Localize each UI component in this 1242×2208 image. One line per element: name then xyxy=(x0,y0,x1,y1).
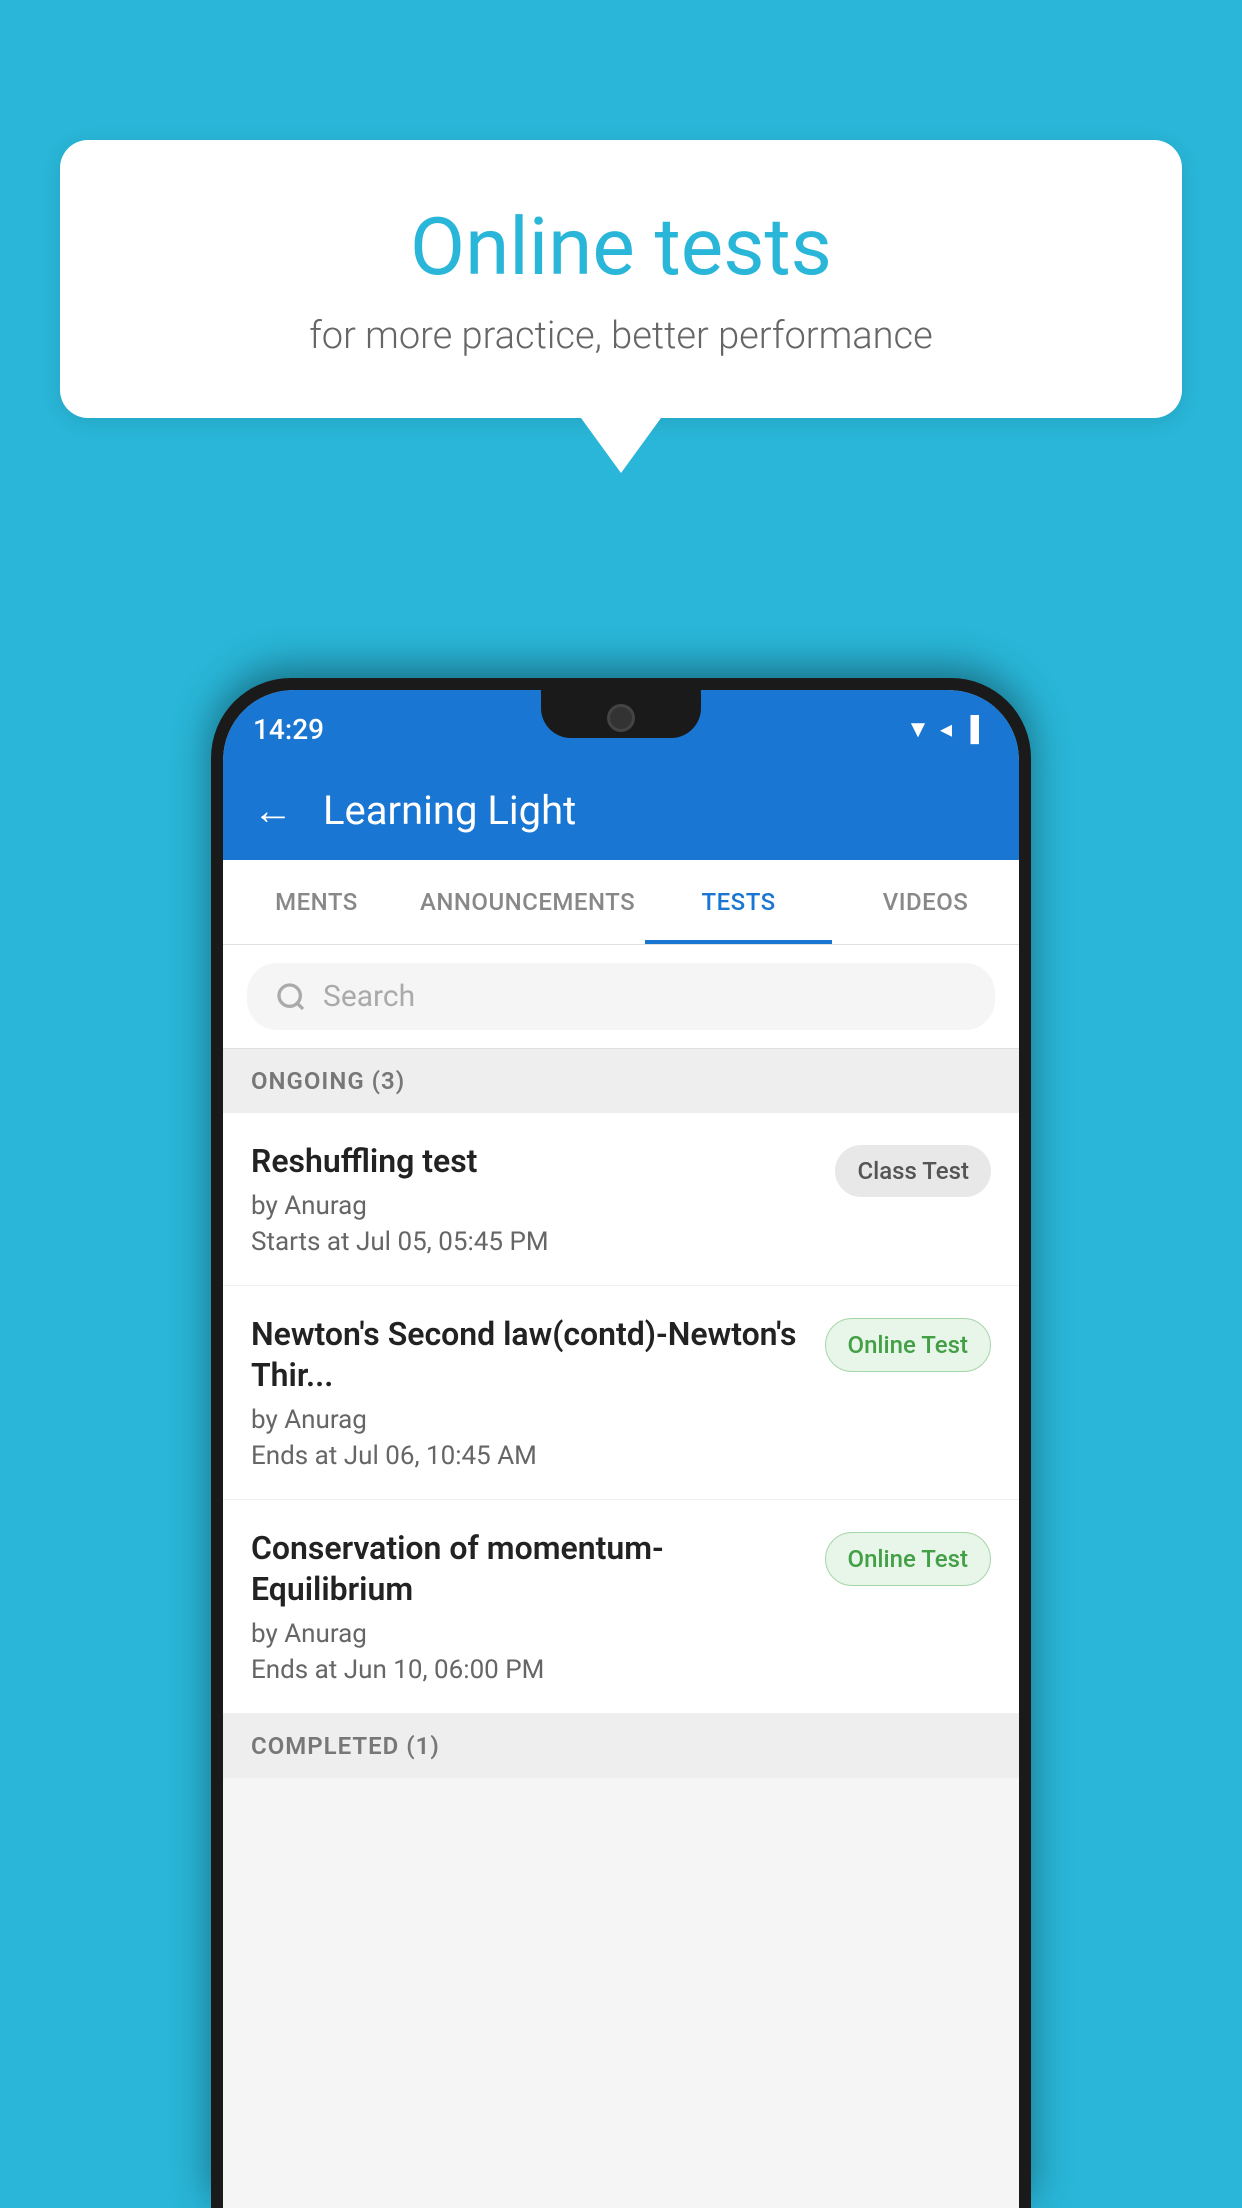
test-author: by Anurag xyxy=(251,1191,815,1221)
phone-screen: 14:29 ▼ ◂ ▐ ← Learning Light MENTS ANNOU… xyxy=(223,690,1019,2208)
class-test-badge: Class Test xyxy=(835,1145,991,1197)
back-button[interactable]: ← xyxy=(253,787,293,834)
speech-bubble-arrow xyxy=(581,418,661,473)
test-author: by Anurag xyxy=(251,1619,805,1649)
tabs-container: MENTS ANNOUNCEMENTS TESTS VIDEOS xyxy=(223,860,1019,945)
tab-announcements[interactable]: ANNOUNCEMENTS xyxy=(410,860,645,944)
phone-inner: 14:29 ▼ ◂ ▐ ← Learning Light MENTS ANNOU… xyxy=(223,690,1019,2208)
battery-icon: ▐ xyxy=(962,715,979,744)
test-name: Reshuffling test xyxy=(251,1141,815,1183)
test-item[interactable]: Conservation of momentum-Equilibrium by … xyxy=(223,1500,1019,1714)
tab-ments[interactable]: MENTS xyxy=(223,860,410,944)
status-time: 14:29 xyxy=(253,713,324,746)
speech-bubble: Online tests for more practice, better p… xyxy=(60,140,1182,418)
test-item[interactable]: Reshuffling test by Anurag Starts at Jul… xyxy=(223,1113,1019,1286)
tab-tests[interactable]: TESTS xyxy=(645,860,832,944)
test-time: Starts at Jul 05, 05:45 PM xyxy=(251,1227,815,1257)
test-item[interactable]: Newton's Second law(contd)-Newton's Thir… xyxy=(223,1286,1019,1500)
test-info: Newton's Second law(contd)-Newton's Thir… xyxy=(251,1314,825,1471)
ongoing-section-header: ONGOING (3) xyxy=(223,1049,1019,1113)
test-list: Reshuffling test by Anurag Starts at Jul… xyxy=(223,1113,1019,1714)
speech-bubble-subtitle: for more practice, better performance xyxy=(140,314,1102,358)
test-info: Reshuffling test by Anurag Starts at Jul… xyxy=(251,1141,835,1257)
front-camera xyxy=(607,704,635,732)
online-test-badge: Online Test xyxy=(825,1318,991,1372)
test-name: Conservation of momentum-Equilibrium xyxy=(251,1528,805,1611)
signal-icon: ◂ xyxy=(940,715,952,743)
wifi-icon: ▼ xyxy=(906,715,930,744)
phone-notch xyxy=(541,690,701,738)
app-header: ← Learning Light xyxy=(223,760,1019,860)
test-time: Ends at Jun 10, 06:00 PM xyxy=(251,1655,805,1685)
tab-videos[interactable]: VIDEOS xyxy=(832,860,1019,944)
speech-bubble-container: Online tests for more practice, better p… xyxy=(60,140,1182,473)
phone-frame: 14:29 ▼ ◂ ▐ ← Learning Light MENTS ANNOU… xyxy=(211,678,1031,2208)
search-bar[interactable]: Search xyxy=(247,963,995,1030)
app-title: Learning Light xyxy=(323,787,576,834)
test-author: by Anurag xyxy=(251,1405,805,1435)
test-name: Newton's Second law(contd)-Newton's Thir… xyxy=(251,1314,805,1397)
speech-bubble-title: Online tests xyxy=(140,200,1102,294)
search-icon xyxy=(275,981,307,1013)
test-info: Conservation of momentum-Equilibrium by … xyxy=(251,1528,825,1685)
online-test-badge: Online Test xyxy=(825,1532,991,1586)
completed-section-header: COMPLETED (1) xyxy=(223,1714,1019,1778)
search-container: Search xyxy=(223,945,1019,1049)
status-icons: ▼ ◂ ▐ xyxy=(906,715,979,744)
search-placeholder: Search xyxy=(323,979,415,1014)
test-time: Ends at Jul 06, 10:45 AM xyxy=(251,1441,805,1471)
